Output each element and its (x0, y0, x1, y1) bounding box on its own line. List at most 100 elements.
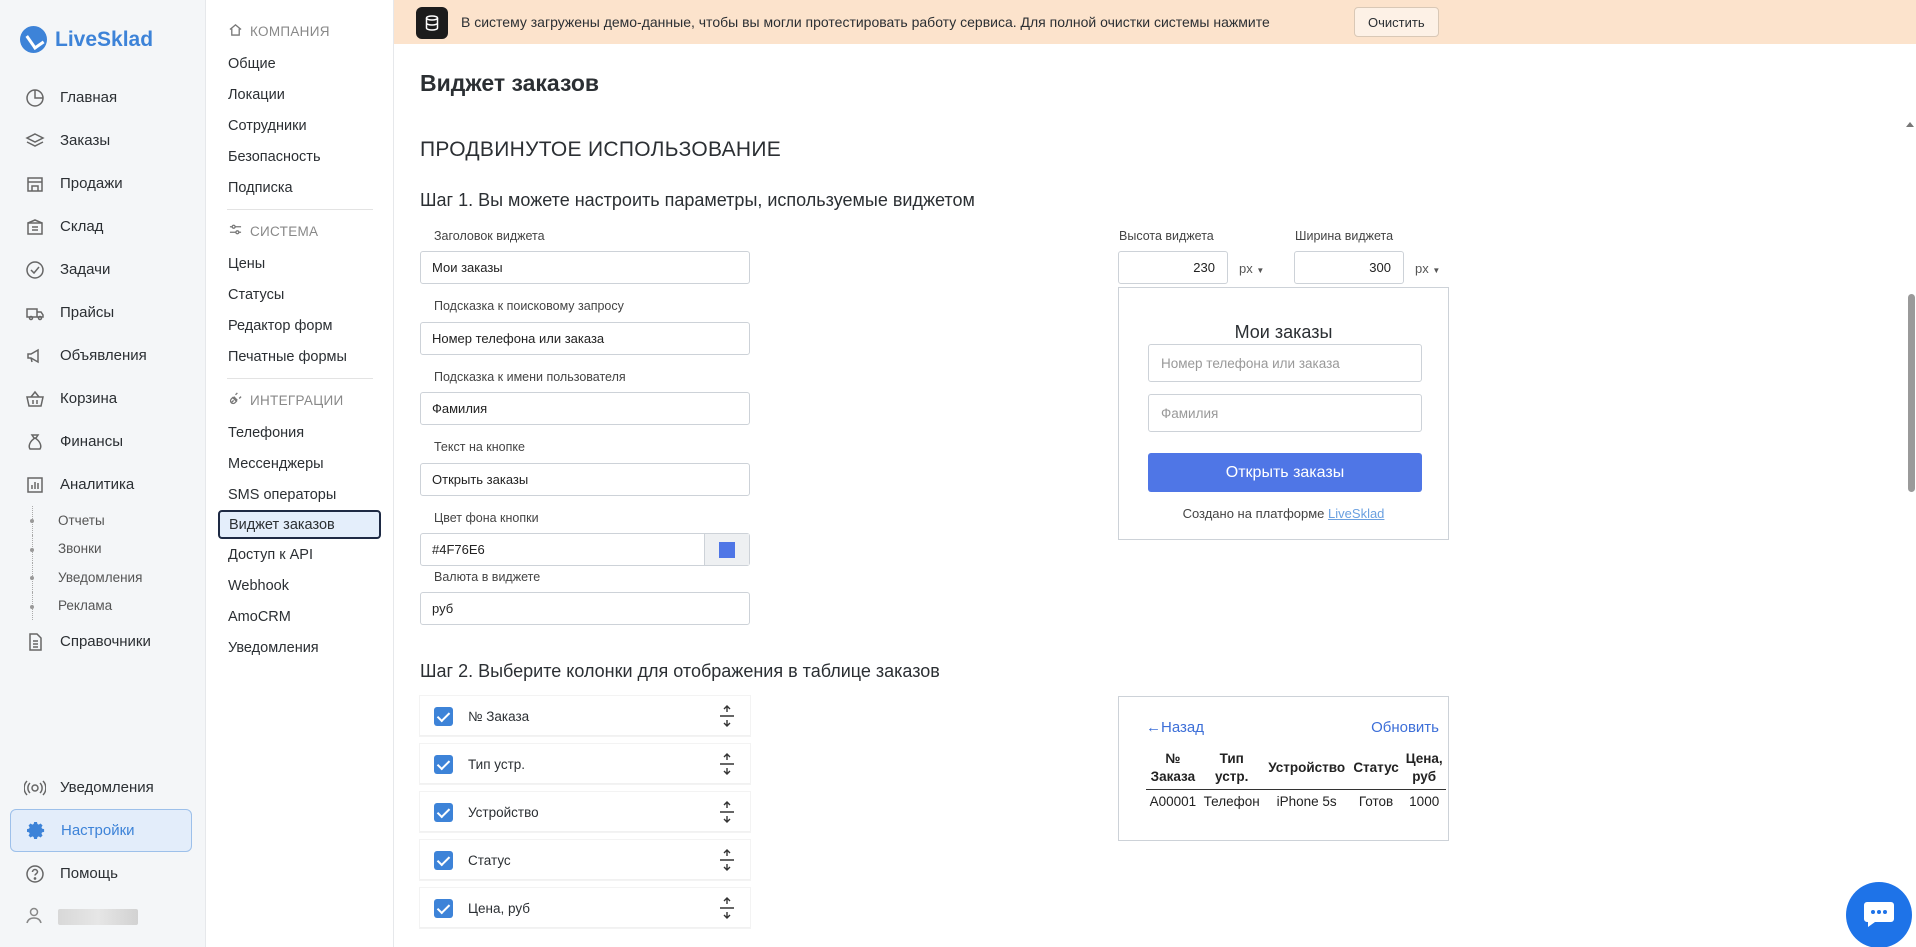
column-checkbox[interactable] (434, 755, 453, 774)
nav-sub-ads[interactable]: Реклама (10, 591, 192, 621)
submenu-item-subscription[interactable]: Подписка (207, 172, 393, 203)
preview-search-input[interactable] (1148, 344, 1422, 382)
button-color-field (420, 533, 750, 566)
logo-text: LiveSklad (55, 27, 154, 51)
submenu-item-security[interactable]: Безопасность (207, 141, 393, 172)
refresh-link[interactable]: Обновить (1371, 719, 1439, 736)
back-link[interactable]: ←Назад (1146, 719, 1204, 736)
credit-link[interactable]: LiveSklad (1328, 506, 1384, 521)
height-input[interactable] (1118, 251, 1228, 284)
submenu-item-webhook[interactable]: Webhook (207, 570, 393, 601)
nav-item-orders[interactable]: Заказы (10, 119, 192, 162)
nav-item-cart[interactable]: Корзина (10, 377, 192, 420)
widget-title-input[interactable] (420, 251, 750, 284)
nav-sub-calls[interactable]: Звонки (10, 534, 192, 564)
currency-input[interactable] (420, 592, 750, 625)
clear-data-button[interactable]: Очистить (1354, 7, 1439, 37)
nav-label: Корзина (60, 390, 118, 407)
nav-item-finance[interactable]: Финансы (10, 420, 192, 463)
button-color-input[interactable] (421, 534, 704, 565)
nav-item-home[interactable]: Главная (10, 76, 192, 119)
nav-item-warehouse[interactable]: Склад (10, 205, 192, 248)
nav-label: Главная (60, 89, 118, 106)
nav-item-help[interactable]: Помощь (10, 852, 192, 895)
submenu-item-print-forms[interactable]: Печатные формы (207, 341, 393, 372)
height-unit-select[interactable]: px ▼ (1239, 261, 1264, 276)
nav-label: Прайсы (60, 304, 115, 321)
name-hint-input[interactable] (420, 392, 750, 425)
layers-icon (24, 130, 46, 152)
section-title: СИСТЕМА (250, 223, 319, 239)
table-header: № Заказа (1146, 747, 1200, 790)
table-header: Устройство (1263, 747, 1350, 790)
scroll-up-icon[interactable] (1906, 122, 1914, 127)
dashboard-icon (24, 87, 46, 109)
submenu-item-notifications[interactable]: Уведомления (207, 632, 393, 663)
logo[interactable]: LiveSklad (20, 26, 153, 53)
submenu-item-form-editor[interactable]: Редактор форм (207, 310, 393, 341)
width-input[interactable] (1294, 251, 1404, 284)
column-checkbox[interactable] (434, 803, 453, 822)
chat-button[interactable] (1846, 882, 1912, 947)
nav-sub-reports[interactable]: Отчеты (10, 506, 192, 535)
submenu-item-api[interactable]: Доступ к API (207, 539, 393, 570)
nav-item-analytics[interactable]: Аналитика (10, 463, 192, 506)
width-unit-select[interactable]: px ▼ (1415, 261, 1440, 276)
table-cell: iPhone 5s (1276, 794, 1337, 809)
width-label: Ширина виджета (1295, 229, 1394, 243)
search-hint-input[interactable] (420, 322, 750, 355)
step1-title: Шаг 1. Вы можете настроить параметры, ис… (420, 190, 975, 210)
column-row: Тип устр. (420, 744, 750, 784)
search-hint-label: Подсказка к поисковому запросу (434, 299, 624, 313)
column-label: Цена, руб (468, 901, 530, 916)
user-profile[interactable] (10, 895, 192, 938)
nav-item-prices[interactable]: Прайсы (10, 291, 192, 334)
drag-handle-icon[interactable] (716, 752, 738, 776)
drag-handle-icon[interactable] (716, 800, 738, 824)
nav-item-references[interactable]: Справочники (10, 620, 192, 663)
preview-open-orders-button[interactable]: Открыть заказы (1148, 453, 1422, 492)
nav-sub-notifications[interactable]: Уведомления (10, 563, 192, 592)
page-scrollbar[interactable] (1904, 44, 1916, 947)
drag-handle-icon[interactable] (716, 896, 738, 920)
table-cell: Телефон (1203, 794, 1260, 809)
nav-item-notifications[interactable]: Уведомления (10, 766, 192, 809)
nav-item-tasks[interactable]: Задачи (10, 248, 192, 291)
nav-label: Задачи (60, 261, 111, 278)
settings-submenu: КОМПАНИЯ Общие Локации Сотрудники Безопа… (207, 0, 394, 947)
submenu-item-order-widget[interactable]: Виджет заказов (218, 510, 381, 539)
table-header: Тип устр. (1199, 747, 1264, 790)
submenu-item-general[interactable]: Общие (207, 48, 393, 79)
submenu-item-amocrm[interactable]: AmoCRM (207, 601, 393, 632)
submenu-item-employees[interactable]: Сотрудники (207, 110, 393, 141)
submenu-item-telephony[interactable]: Телефония (207, 417, 393, 448)
button-text-input[interactable] (420, 463, 750, 496)
nav-label: Объявления (60, 347, 147, 364)
divider (227, 209, 373, 210)
preview-title: Мои заказы (1234, 322, 1333, 342)
column-checkbox[interactable] (434, 899, 453, 918)
table-header: Цена, руб (1402, 747, 1446, 790)
section-system: СИСТЕМА (207, 214, 393, 248)
submenu-item-messengers[interactable]: Мессенджеры (207, 448, 393, 479)
logo-mark-icon (20, 26, 47, 53)
color-picker-button[interactable] (704, 534, 749, 565)
submenu-item-statuses[interactable]: Статусы (207, 279, 393, 310)
drag-handle-icon[interactable] (716, 704, 738, 728)
nav-item-settings[interactable]: Настройки (10, 809, 192, 852)
banner-text: В систему загружены демо-данные, чтобы в… (461, 14, 1270, 30)
nav-item-ads[interactable]: Объявления (10, 334, 192, 377)
submenu-item-locations[interactable]: Локации (207, 79, 393, 110)
unit-label: px (1239, 261, 1253, 276)
table-cell: 1000 (1409, 794, 1440, 809)
drag-handle-icon[interactable] (716, 848, 738, 872)
preview-name-input[interactable] (1148, 394, 1422, 432)
megaphone-icon (24, 345, 46, 367)
column-checkbox[interactable] (434, 851, 453, 870)
column-checkbox[interactable] (434, 707, 453, 726)
scroll-thumb[interactable] (1908, 294, 1915, 492)
nav-item-sales[interactable]: Продажи (10, 162, 192, 205)
submenu-item-sms[interactable]: SMS операторы (207, 479, 393, 510)
submenu-item-prices[interactable]: Цены (207, 248, 393, 279)
widget-title-label: Заголовок виджета (434, 229, 545, 243)
